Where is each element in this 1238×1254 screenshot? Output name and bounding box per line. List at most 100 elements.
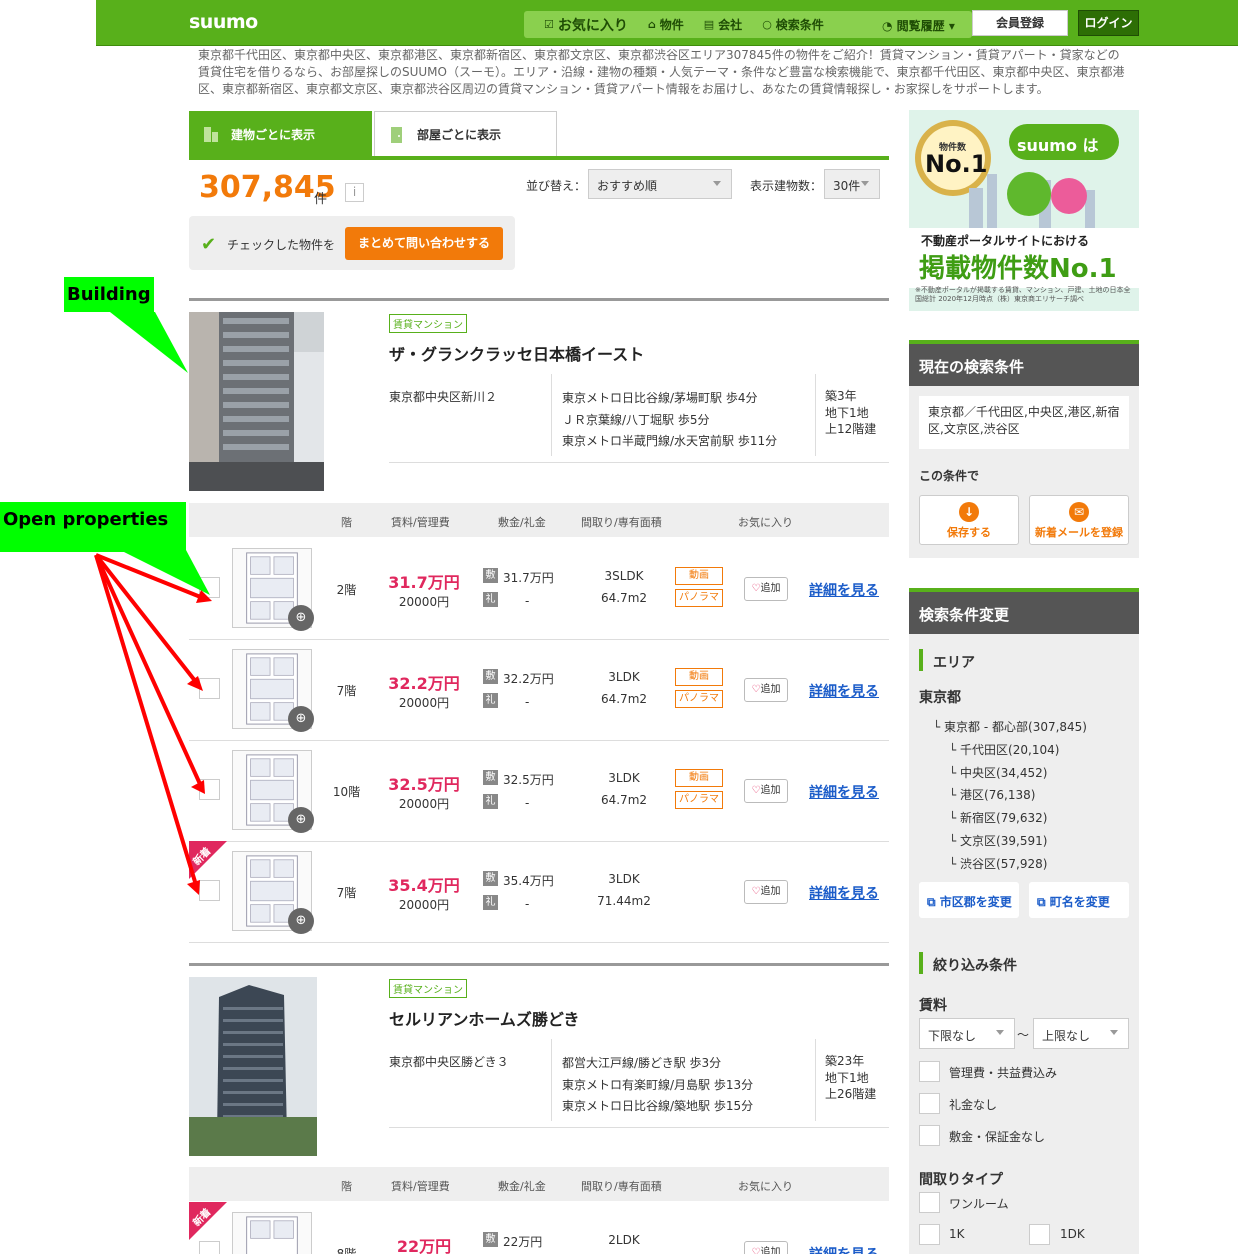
chevron-down-icon [1110,1030,1118,1035]
building-name[interactable]: ザ・グランクラッセ日本橋イースト [389,341,644,365]
room-key-money: - [525,796,530,810]
one-room-checkbox[interactable] [919,1192,940,1213]
external-link-icon: ⧉ [927,895,940,909]
zoom-icon[interactable]: ⊕ [288,605,314,631]
1dk-checkbox[interactable] [1029,1224,1050,1245]
room-deposit: 22万円 [503,1235,543,1249]
header-layout: 間取り/専有面積 [581,1180,662,1193]
divider [551,1039,552,1121]
key-money-tag: 礼 [483,592,498,607]
area-tree-item[interactable]: └ 文京区(39,591) [923,830,1087,853]
room-management-fee: 20000円 [398,696,450,710]
view-details-link[interactable]: 詳細を見る [809,1244,879,1254]
room-layout: 3LDK [608,670,640,684]
sort-select[interactable]: おすすめ順 [588,169,732,199]
save-conditions-button[interactable]: ↓ 保存する [919,495,1019,545]
building-name[interactable]: セルリアンホームズ勝どき [389,1006,579,1030]
arrow [94,553,198,684]
area-tree-item[interactable]: └ 東京都 - 都心部(307,845) [923,716,1087,739]
include-fees-checkbox[interactable] [919,1061,940,1082]
key-money-tag: 礼 [483,895,498,910]
nav-search-conditions[interactable]: ○ 検索条件 [762,16,824,33]
filter-section-title: 絞り込み条件 [919,952,1017,975]
room-floor: 10階 [332,785,361,799]
info-icon[interactable]: i [345,183,364,202]
room-table-header: 階 賃料/管理費 敷金/礼金 間取り/専有面積 お気に入り [189,1167,889,1201]
current-conditions-title: 現在の検索条件 [909,340,1139,386]
add-favorite-button[interactable]: ♡追加 [744,678,788,702]
movie-badge[interactable]: 動画 [675,769,723,787]
sort-label: 並び替え： [526,179,587,193]
home-icon: ⌂ [647,18,656,31]
prefecture-label: 東京都 [919,690,961,706]
area-tree-item[interactable]: └ 渋谷区(57,928) [923,853,1087,876]
room-layout: 3SLDK [604,569,644,583]
area-tree-item[interactable]: └ 千代田区(20,104) [923,739,1087,762]
movie-badge[interactable]: 動画 [675,567,723,585]
change-conditions-title: 検索条件変更 [909,588,1139,634]
header-floor: 階 [341,516,352,529]
suumo-logo[interactable]: suumo [189,11,258,33]
nav-properties[interactable]: ⌂ 物件 [648,16,684,33]
display-count-select[interactable]: 30件 [824,169,880,199]
room-area: 64.7m2 [600,591,648,605]
suumo-no1-banner[interactable]: 物件数 No.1 suumo は 不動産ポータルサイトにおける 掲載物件数No.… [909,110,1139,311]
zoom-icon[interactable]: ⊕ [288,706,314,732]
view-details-link[interactable]: 詳細を見る [809,883,879,903]
property-type-badge: 賃貸マンション [389,979,467,998]
station-item: 東京メトロ日比谷線/茅場町駅 歩4分 [562,391,758,405]
1dk-label: 1DK [1060,1227,1085,1241]
add-favorite-button[interactable]: ♡追加 [744,1241,788,1254]
tab-building-view[interactable]: 建物ごとに表示 [189,111,372,157]
change-town-button[interactable]: ⧉ 町名を変更 [1029,882,1129,918]
no-key-money-checkbox[interactable] [919,1093,940,1114]
building-photo[interactable] [189,977,317,1156]
rent-min-select[interactable]: 下限なし [919,1018,1015,1049]
station-item: 都営大江戸線/勝どき駅 歩3分 [562,1056,722,1070]
register-mail-button[interactable]: ✉ 新着メールを登録 [1029,495,1129,545]
zoom-icon[interactable]: ⊕ [288,908,314,934]
login-button[interactable]: ログイン [1078,10,1139,36]
nav-companies[interactable]: ▤ 会社 [704,16,742,33]
browsing-history-menu[interactable]: ◔ 閲覧履歴 ▾ [882,17,955,34]
area-tree-item[interactable]: └ 港区(76,138) [923,784,1087,807]
area-tree-item[interactable]: └ 新宿区(79,632) [923,807,1087,830]
change-city-button[interactable]: ⧉ 市区郡を変更 [919,882,1019,918]
panorama-badge[interactable]: パノラマ [675,589,723,607]
building-basement: 地下1地 [825,1070,869,1085]
panorama-badge[interactable]: パノラマ [675,690,723,708]
zoom-icon[interactable]: ⊕ [288,807,314,833]
nav-favorites[interactable]: ☑ お気に入り [544,15,628,35]
range-separator: 〜 [1017,1028,1030,1042]
register-button[interactable]: 会員登録 [972,10,1068,36]
room-checkbox[interactable] [199,678,220,699]
movie-badge[interactable]: 動画 [675,668,723,686]
1k-checkbox[interactable] [919,1224,940,1245]
deposit-tag: 敷 [483,669,498,684]
add-favorite-button[interactable]: ♡追加 [744,779,788,803]
room-checkbox[interactable] [199,779,220,800]
bulk-inquiry-button[interactable]: まとめて問い合わせする [345,227,503,260]
add-favorite-button[interactable]: ♡追加 [744,577,788,601]
station-list: 都営大江戸線/勝どき駅 歩3分 東京メトロ有楽町線/月島駅 歩13分 東京メトロ… [562,1053,753,1118]
tab-room-view[interactable]: 部屋ごとに表示 [374,111,557,157]
add-favorite-button[interactable]: ♡追加 [744,880,788,904]
building-address: 東京都中央区勝どき３ [389,1055,509,1069]
building-separator [189,298,889,301]
room-checkbox[interactable] [199,577,220,598]
building-photo[interactable] [189,312,324,491]
room-checkbox[interactable] [199,1241,220,1254]
view-details-link[interactable]: 詳細を見る [809,580,879,600]
room-checkbox[interactable] [199,880,220,901]
station-item: 東京メトロ日比谷線/築地駅 歩15分 [562,1099,754,1113]
no-deposit-checkbox[interactable] [919,1125,940,1146]
key-money-tag: 礼 [483,794,498,809]
rent-max-select[interactable]: 上限なし [1033,1018,1129,1049]
checkmark-icon: ✔ [201,234,217,255]
view-details-link[interactable]: 詳細を見る [809,681,879,701]
panorama-badge[interactable]: パノラマ [675,791,723,809]
area-tree-item[interactable]: └ 中央区(34,452) [923,762,1087,785]
view-details-link[interactable]: 詳細を見る [809,782,879,802]
floorplan-thumbnail[interactable] [232,1212,312,1254]
room-deposit: 31.7万円 [503,571,554,585]
